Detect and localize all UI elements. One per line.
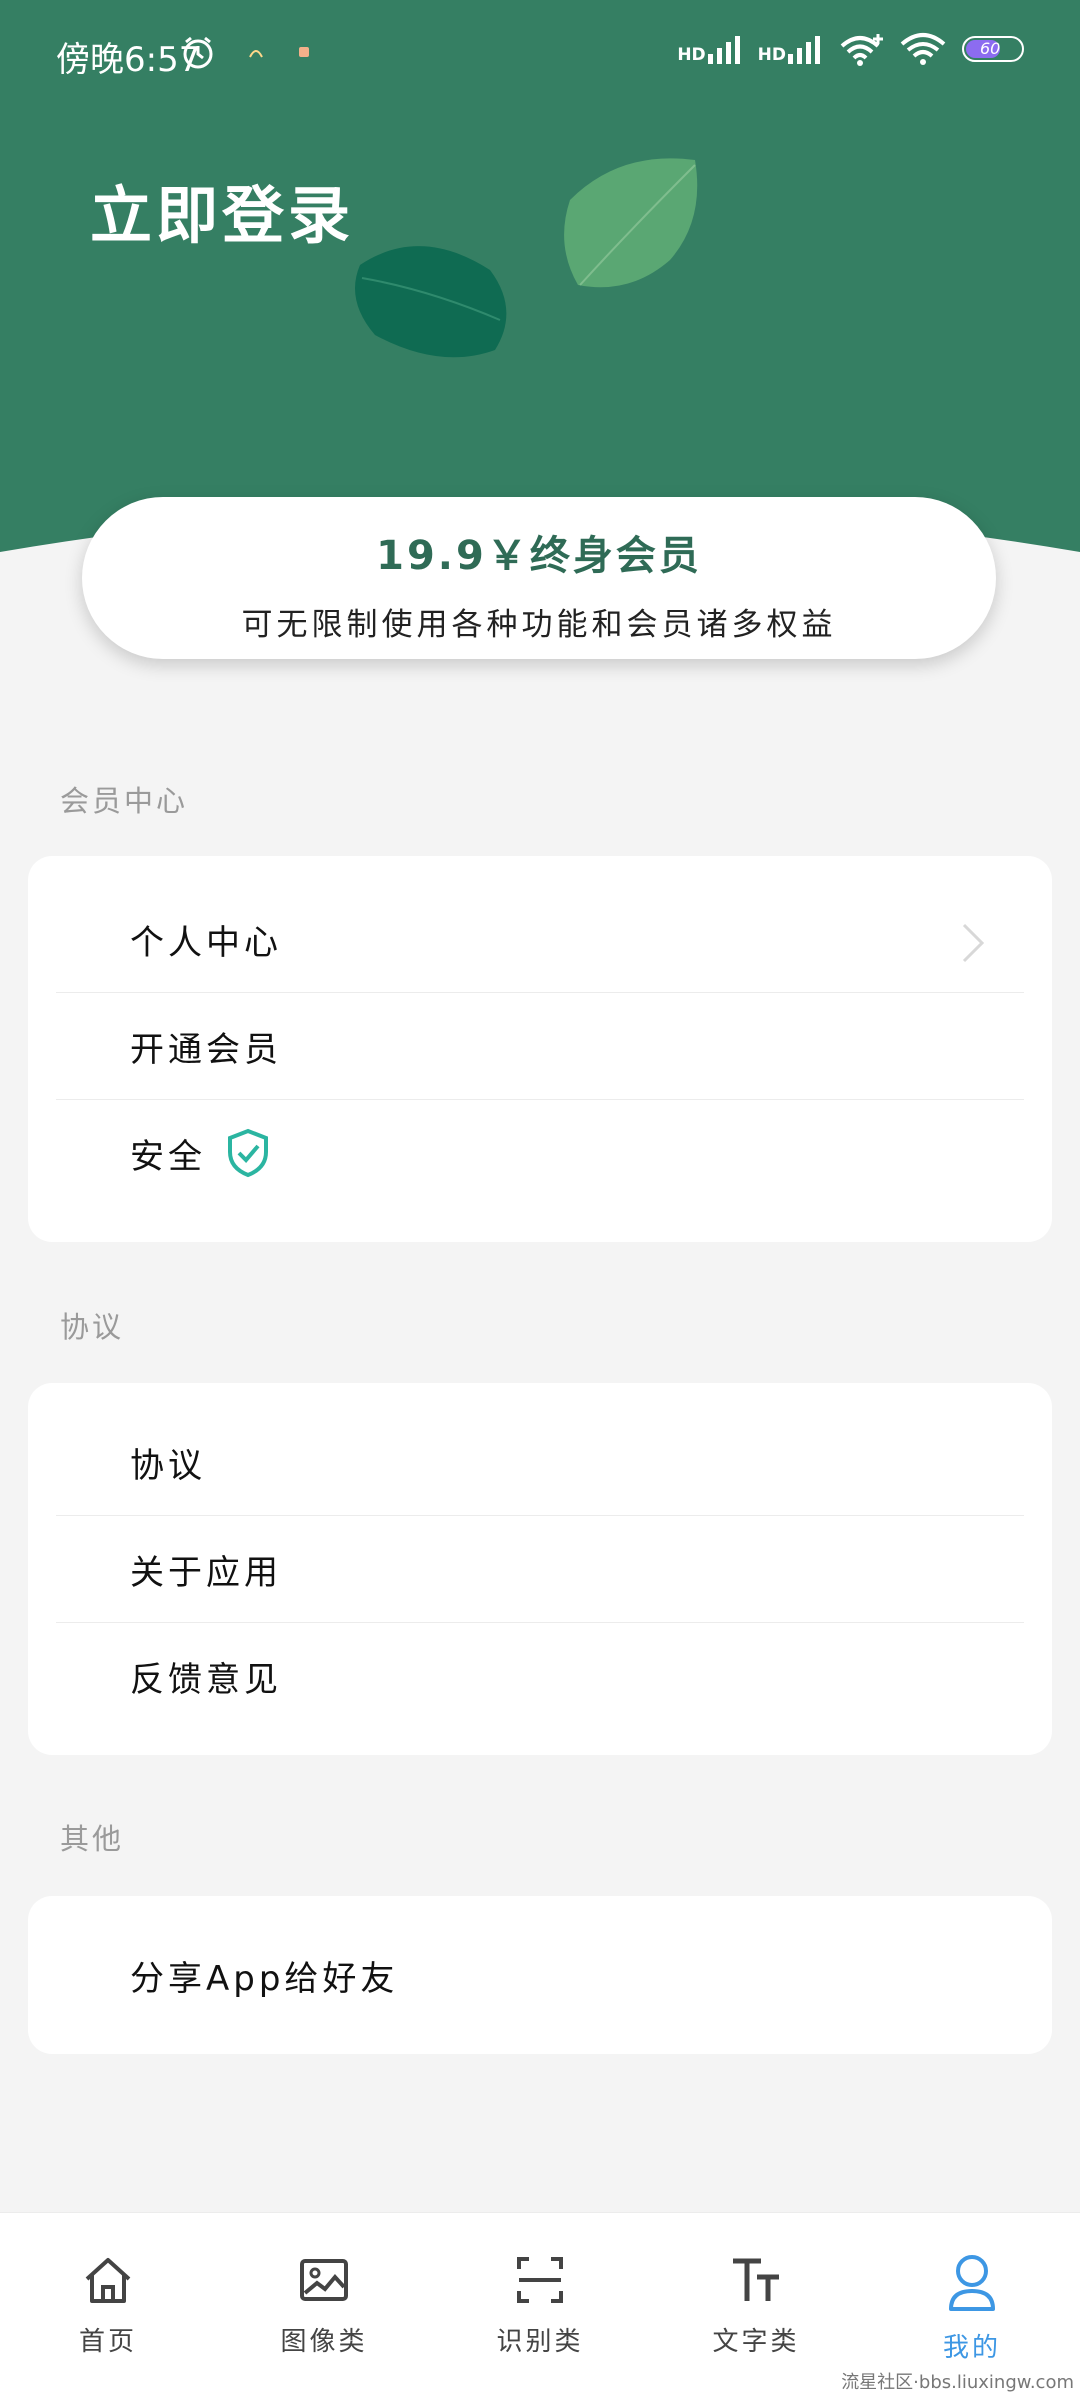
tab-home[interactable]: 首页 (0, 2213, 216, 2401)
tab-text[interactable]: 文字类 (648, 2213, 864, 2401)
menu-item-security[interactable]: 安全 (56, 1100, 1024, 1206)
alarm-icon (183, 36, 213, 69)
signal-bars-icon (788, 36, 820, 64)
image-icon (300, 2259, 348, 2301)
promo-price: 19.9￥终身会员 (376, 533, 702, 579)
tab-label: 首页 (78, 2327, 137, 2357)
tab-label: 图像类 (280, 2327, 368, 2357)
login-button[interactable]: 立即登录 (90, 165, 354, 255)
tab-label: 我的 (942, 2333, 1001, 2363)
tab-recognize[interactable]: 识别类 (432, 2213, 648, 2401)
user-icon (949, 2255, 995, 2311)
wifi-plus-icon (840, 34, 883, 66)
menu-item-agreement[interactable]: 协议 (56, 1409, 1024, 1516)
battery-level: 60 (980, 39, 1001, 58)
menu-item-open-membership[interactable]: 开通会员 (56, 993, 1024, 1100)
menu-item-feedback[interactable]: 反馈意见 (56, 1623, 1024, 1729)
menu-item-label: 协议 (130, 1445, 206, 1486)
tab-label: 识别类 (496, 2327, 584, 2357)
shield-check-icon (226, 1128, 270, 1178)
menu-item-personal-center[interactable]: 个人中心 (56, 886, 1024, 993)
membership-promo-card[interactable]: 19.9￥终身会员 可无限制使用各种功能和会员诸多权益 (82, 497, 996, 659)
chevron-right-icon (962, 923, 985, 963)
menu-item-label: 反馈意见 (130, 1659, 282, 1700)
tab-label: 文字类 (712, 2327, 800, 2357)
signal-2: HD (758, 34, 822, 64)
menu-item-label: 关于应用 (130, 1552, 282, 1593)
menu-item-label: 个人中心 (130, 922, 282, 963)
battery-icon: 60 (962, 36, 1024, 62)
app-notification-icon (299, 47, 309, 57)
other-card: 分享App给好友 (28, 1896, 1052, 2054)
status-time: 傍晚6:57 (56, 40, 201, 80)
section-title-member-center: 会员中心 (60, 784, 189, 818)
menu-item-label: 开通会员 (130, 1029, 282, 1070)
tab-image[interactable]: 图像类 (216, 2213, 432, 2401)
footer-watermark: 流星社区·bbs.liuxingw.com (841, 2372, 1074, 2393)
menu-item-about-app[interactable]: 关于应用 (56, 1516, 1024, 1623)
agreement-card: 协议 关于应用 反馈意见 (28, 1383, 1052, 1755)
hd-label-2: HD (757, 45, 786, 65)
home-icon (85, 2258, 131, 2303)
status-bar: 傍晚6:57 HD HD 60 (0, 0, 1080, 110)
section-title-other: 其他 (60, 1822, 125, 1856)
menu-item-label: 安全 (130, 1136, 206, 1177)
hd-label-1: HD (677, 45, 706, 65)
promo-subtitle: 可无限制使用各种功能和会员诸多权益 (241, 607, 837, 643)
signal-1: HD (677, 34, 741, 64)
status-left-icons (180, 34, 312, 70)
section-title-agreement: 协议 (60, 1310, 125, 1344)
member-center-card: 个人中心 开通会员 安全 (28, 856, 1052, 1242)
scan-icon (517, 2257, 563, 2303)
signal-bars-icon (707, 36, 740, 64)
menu-item-label: 分享App给好友 (130, 1958, 399, 1999)
text-icon (733, 2258, 779, 2301)
notification-icon (249, 50, 263, 58)
menu-item-share-app[interactable]: 分享App给好友 (56, 1922, 1024, 2028)
status-right-icons: HD HD 60 (677, 32, 1024, 66)
wifi-icon (900, 33, 946, 65)
